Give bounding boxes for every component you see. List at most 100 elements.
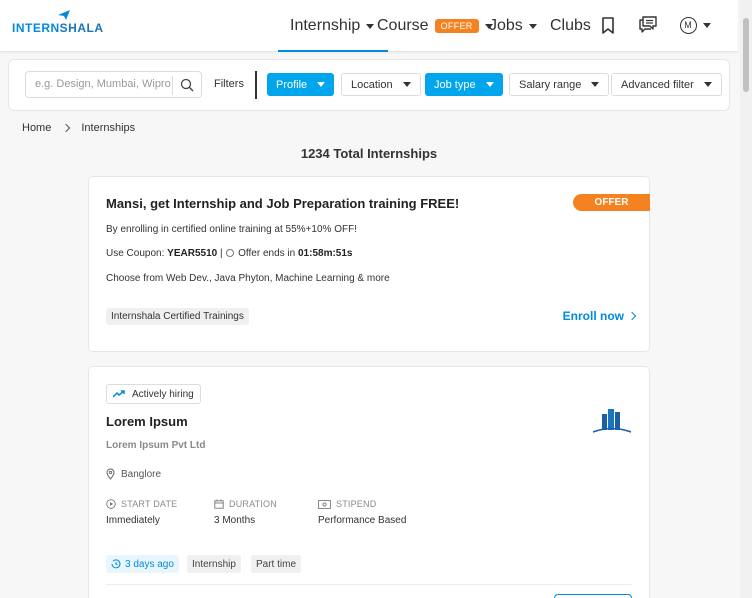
location-pin-icon [106,468,115,480]
page-scrollbar[interactable] [740,0,752,598]
filter-profile[interactable]: Profile [267,73,335,96]
tag-part-time: Part time [251,555,302,573]
nav-internship-label: Internship [290,17,361,34]
bookmark-button[interactable] [597,14,619,36]
promo-title: Mansi, get Internship and Job Preparatio… [106,196,460,211]
stipend-label-row: STIPEND [318,499,406,509]
scrollbar-thumb[interactable] [743,18,749,92]
calendar-icon [214,499,224,509]
play-circle-icon [106,499,116,509]
job-title[interactable]: Lorem Ipsum [106,414,188,429]
actively-hiring-label: Actively hiring [132,388,194,400]
history-icon [111,559,121,569]
profile-menu[interactable]: M [677,14,713,36]
start-date-value: Immediately [106,515,160,526]
breadcrumb-current: Internships [81,122,136,134]
clock-icon [226,249,235,257]
breadcrumb-home[interactable]: Home [22,122,51,134]
filter-salary-label: Salary range [519,78,582,91]
posted-time-tag: 3 days ago [106,555,179,573]
offer-countdown: 01:58m:51s [298,248,353,259]
posted-time-label: 3 days ago [125,558,174,570]
chat-icon [639,16,657,33]
offer-ends-label: Offer ends in [238,248,296,259]
search-icon[interactable] [180,78,194,92]
filter-profile-label: Profile [276,78,308,91]
location: Banglore [106,468,161,480]
card-divider [106,584,632,585]
certified-trainings-chip: Internshala Certified Trainings [106,308,249,325]
nav-internship[interactable]: Internship [277,0,389,52]
start-date-label: START DATE [121,499,178,509]
nav-clubs-label: Clubs [550,17,591,34]
chevron-down-icon [317,82,326,87]
logo-wordmark: INTERNSHALA [12,21,104,35]
filter-advanced-label: Advanced filter [621,78,694,91]
filter-location[interactable]: Location [341,73,421,96]
search-input[interactable]: e.g. Design, Mumbai, Wipro [35,78,171,90]
chevron-down-icon [528,23,537,29]
location-text: Banglore [121,468,162,480]
top-navbar: INTERNSHALA Internship Course OFFER Jobs… [0,0,738,52]
logo-part2: SHALA [59,21,104,35]
filter-advanced[interactable]: Advanced filter [611,73,722,96]
company-logo [593,409,631,433]
enroll-now-label: Enroll now [562,309,624,323]
enroll-now-link[interactable]: Enroll now [562,309,637,323]
breadcrumb: Home Internships [22,122,135,134]
search-divider [172,76,173,95]
filter-location-label: Location [351,78,393,91]
filters-bar: e.g. Design, Mumbai, Wipro Filters Profi… [8,59,730,111]
nav-course[interactable]: Course OFFER [377,0,493,52]
filter-job-type-label: Job type [434,78,476,91]
total-internships-heading: 1234 Total Internships [300,146,438,161]
chevron-down-icon [366,23,375,29]
money-icon [318,499,331,509]
chat-button[interactable] [637,14,659,36]
company-name[interactable]: Lorem Ipsum Pvt Ltd [106,440,205,451]
duration-label: DURATION [229,499,277,509]
chevron-down-icon [591,82,600,87]
offer-ribbon: OFFER [573,194,650,211]
chevron-down-icon [702,22,711,28]
duration: DURATION 3 Months [214,499,277,526]
stipend-label: STIPEND [336,499,377,509]
coupon-code: YEAR5510 [167,248,218,259]
filter-job-type[interactable]: Job type [425,73,503,96]
chevron-right-icon [627,311,637,321]
promo-card: Mansi, get Internship and Job Preparatio… [88,176,650,352]
bookmark-icon [602,16,614,34]
nav-course-label: Course [377,17,429,34]
chevron-down-icon [485,82,494,87]
chevron-down-icon [402,82,411,87]
chevron-right-icon [62,123,71,133]
coupon-separator: | [219,248,223,259]
start-date-label-row: START DATE [106,499,177,509]
nav-jobs[interactable]: Jobs [489,0,537,52]
avatar: M [679,16,697,34]
nav-clubs[interactable]: Clubs [550,0,591,52]
filters-label: Filters [214,78,244,90]
tag-internship: Internship [187,555,241,573]
nav-jobs-label: Jobs [489,17,523,34]
view-details-button[interactable] [554,594,632,598]
internship-card[interactable]: Actively hiring Lorem Ipsum Lorem Ipsum … [88,366,650,598]
paper-plane-icon [58,10,70,20]
stipend-value: Performance Based [318,515,407,526]
actively-hiring-badge: Actively hiring [106,384,201,404]
chevron-down-icon [703,82,712,87]
coupon-prefix: Use Coupon: [106,248,165,259]
stipend: STIPEND Performance Based [318,499,406,526]
filters-divider [255,71,257,99]
duration-label-row: DURATION [214,499,277,509]
promo-coupon-line: Use Coupon: YEAR5510 | Offer ends in 01:… [106,248,352,259]
offer-badge: OFFER [434,19,479,33]
filter-salary-range[interactable]: Salary range [509,73,610,96]
start-date: START DATE Immediately [106,499,177,526]
promo-discount-text: By enrolling in certified online trainin… [106,224,357,235]
logo-part1: INTERN [12,21,60,35]
trending-up-icon [113,390,125,398]
duration-value: 3 Months [214,515,256,526]
search-box[interactable]: e.g. Design, Mumbai, Wipro [25,71,202,98]
promo-courses-text: Choose from Web Dev., Java Phyton, Machi… [106,273,390,284]
